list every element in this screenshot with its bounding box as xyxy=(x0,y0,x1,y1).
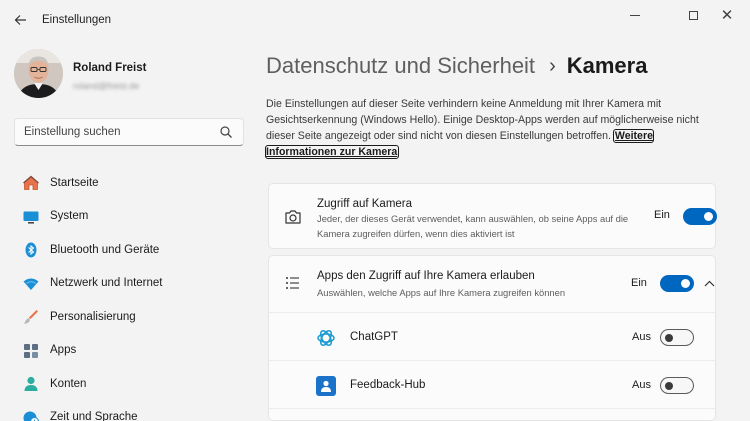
back-button[interactable] xyxy=(10,11,30,29)
profile-name: Roland Freist xyxy=(73,62,147,74)
sidebar-item-label: Startseite xyxy=(50,176,99,189)
sidebar-item-personalisierung[interactable]: Personalisierung xyxy=(14,300,246,334)
page-description: Die Einstellungen auf dieser Seite verhi… xyxy=(265,96,721,160)
minimize-icon xyxy=(630,14,640,16)
sidebar-item-apps[interactable]: Apps xyxy=(14,334,246,368)
apps-access-subtitle: Auswählen, welche Apps auf Ihre Kamera z… xyxy=(317,287,566,298)
sidebar-item-label: Personalisierung xyxy=(50,310,136,323)
close-button[interactable]: ✕ xyxy=(704,0,750,30)
apps-access-card: Apps den Zugriff auf Ihre Kamera erlaube… xyxy=(268,255,716,421)
home-icon xyxy=(22,174,40,192)
chatgpt-icon xyxy=(316,328,336,348)
apps-access-title: Apps den Zugriff auf Ihre Kamera erlaube… xyxy=(317,270,535,282)
search-icon[interactable] xyxy=(219,125,233,139)
app-row-chatgpt: ChatGPT Aus xyxy=(269,312,715,360)
sidebar-item-startseite[interactable]: Startseite xyxy=(14,166,246,200)
sidebar-item-label: Apps xyxy=(50,344,77,357)
arrow-left-icon xyxy=(14,15,26,25)
avatar xyxy=(14,49,63,98)
monitor-icon xyxy=(22,208,40,226)
app-state: Aus xyxy=(632,331,651,343)
breadcrumb-parent-link[interactable]: Datenschutz und Sicherheit xyxy=(266,53,535,79)
sidebar-item-konten[interactable]: Konten xyxy=(14,367,246,401)
breadcrumb: Datenschutz und Sicherheit › Kamera xyxy=(266,51,647,81)
chevron-up-icon[interactable] xyxy=(702,276,716,290)
app-title: Einstellungen xyxy=(42,14,112,26)
sidebar-item-zeit-und-sprache[interactable]: Zeit und Sprache xyxy=(14,401,246,421)
sidebar-nav: Startseite System Bluetooth und Geräte N… xyxy=(14,166,246,421)
apps-access-toggle[interactable] xyxy=(660,275,694,292)
camera-access-state: Ein xyxy=(654,209,670,221)
apps-access-state: Ein xyxy=(631,277,647,289)
camera-access-toggle[interactable] xyxy=(683,208,717,225)
sidebar-item-label: System xyxy=(50,210,89,223)
sidebar-item-label: Netzwerk und Internet xyxy=(50,277,163,290)
page-title: Kamera xyxy=(566,53,648,78)
sidebar-item-bluetooth[interactable]: Bluetooth und Geräte xyxy=(14,233,246,267)
profile-email: roland@freist.de xyxy=(73,81,140,91)
wifi-icon xyxy=(22,275,40,293)
close-icon: ✕ xyxy=(720,6,734,24)
camera-icon xyxy=(283,207,303,227)
sidebar-item-system[interactable]: System xyxy=(14,200,246,234)
globe-clock-icon xyxy=(22,409,40,421)
title-bar: Einstellungen ✕ xyxy=(0,0,750,41)
user-profile[interactable]: Roland Freist roland@freist.de xyxy=(14,49,244,99)
sidebar-item-label: Zeit und Sprache xyxy=(50,411,138,421)
search-input[interactable] xyxy=(24,126,220,138)
search-box[interactable] xyxy=(14,118,244,146)
person-icon xyxy=(22,375,40,393)
sidebar-item-label: Bluetooth und Geräte xyxy=(50,243,160,256)
feedback-hub-camera-toggle[interactable] xyxy=(660,377,694,394)
bluetooth-icon xyxy=(22,241,40,259)
sidebar-item-label: Konten xyxy=(50,377,87,390)
app-name: ChatGPT xyxy=(350,331,398,343)
camera-access-card: Zugriff auf Kamera Jeder, der dieses Ger… xyxy=(268,183,717,249)
maximize-icon xyxy=(688,10,698,20)
feedback-hub-icon xyxy=(316,376,336,396)
sidebar-item-netzwerk[interactable]: Netzwerk und Internet xyxy=(14,267,246,301)
brush-icon xyxy=(22,308,40,326)
camera-access-title: Zugriff auf Kamera xyxy=(317,198,413,210)
chatgpt-camera-toggle[interactable] xyxy=(660,329,694,346)
breadcrumb-separator: › xyxy=(549,54,556,77)
list-icon xyxy=(283,273,303,293)
camera-access-subtitle: Jeder, der dieses Gerät verwendet, kann … xyxy=(317,213,629,239)
main-content: Datenschutz und Sicherheit › Kamera Die … xyxy=(265,41,750,421)
sidebar: Roland Freist roland@freist.de Startseit… xyxy=(0,41,250,421)
app-name: Feedback-Hub xyxy=(350,379,426,391)
minimize-button[interactable] xyxy=(612,0,658,30)
apps-icon xyxy=(22,342,40,360)
app-row-next xyxy=(269,408,715,421)
app-row-feedback-hub: Feedback-Hub Aus xyxy=(269,360,715,408)
app-state: Aus xyxy=(632,379,651,391)
